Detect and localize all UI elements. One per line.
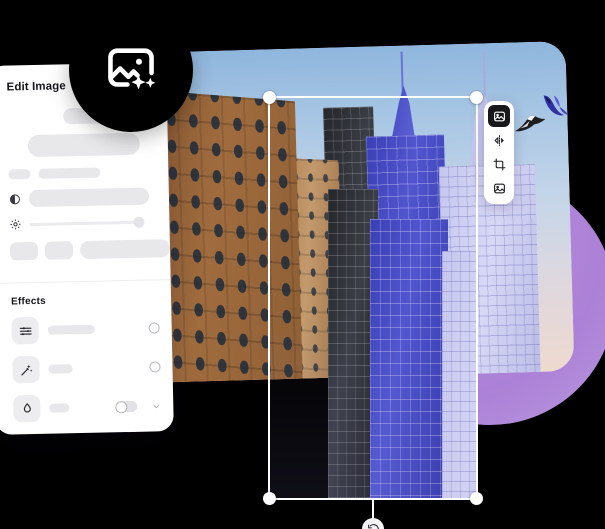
chevron-down-icon[interactable] xyxy=(151,401,161,411)
floating-toolbar[interactable] xyxy=(484,101,514,204)
effect-label-skeleton xyxy=(49,403,70,413)
skeleton-pill xyxy=(38,167,101,179)
tool-flip-mirror[interactable] xyxy=(488,129,510,151)
effect-row-droplet[interactable] xyxy=(0,392,174,423)
effect-row-adjustments[interactable] xyxy=(0,314,172,345)
toggle-knob[interactable] xyxy=(115,400,128,413)
effect-radio[interactable] xyxy=(148,322,160,334)
skeleton-chip-row xyxy=(9,239,171,261)
crop-handle-bottom-right[interactable] xyxy=(470,492,483,505)
effect-label-skeleton xyxy=(48,364,73,374)
panel-skeleton-body xyxy=(0,106,171,283)
settings-slider-row[interactable] xyxy=(9,215,169,230)
ai-image-badge[interactable] xyxy=(69,8,193,132)
skeleton-chip-wide xyxy=(80,239,171,260)
skeleton-chip xyxy=(45,241,74,260)
effect-toggle[interactable] xyxy=(115,400,138,413)
skeleton-row-labels xyxy=(8,166,168,180)
crop-building-pale xyxy=(442,251,476,498)
skeleton-pill xyxy=(8,169,31,180)
slider-knob[interactable] xyxy=(133,216,145,228)
adjustments-sliders-icon xyxy=(11,316,39,345)
rotate-reset-icon xyxy=(367,523,380,529)
crop-photo-extension xyxy=(270,98,476,498)
crop-building-blue xyxy=(370,219,448,498)
app-canvas: Edit Image Effects xyxy=(0,0,605,529)
rotate-reset-button[interactable] xyxy=(362,518,384,529)
crop-handle-top-right[interactable] xyxy=(470,91,483,104)
effect-radio[interactable] xyxy=(149,361,161,373)
droplet-blob-icon xyxy=(13,394,41,423)
crop-handle-top-left[interactable] xyxy=(263,91,276,104)
skeleton-input xyxy=(28,187,150,208)
tool-crop[interactable] xyxy=(488,153,510,175)
opacity-slider[interactable] xyxy=(29,216,145,228)
ai-image-sparkle-icon xyxy=(102,41,160,99)
contrast-icon xyxy=(9,193,21,205)
image-edit-icon xyxy=(493,110,506,123)
crop-handle-bottom-left[interactable] xyxy=(263,492,276,505)
magic-wand-icon xyxy=(12,355,40,384)
tool-image-replace[interactable] xyxy=(488,177,510,199)
rotate-handle-stem xyxy=(372,498,374,520)
effects-section-title: Effects xyxy=(10,295,46,308)
crop-preview xyxy=(270,98,476,498)
settings-gear-icon xyxy=(9,218,21,230)
crop-selection-frame[interactable] xyxy=(263,91,483,529)
skeleton-chip xyxy=(9,241,39,261)
effect-row-magic[interactable] xyxy=(0,353,173,384)
tool-image-edit[interactable] xyxy=(488,105,510,127)
effect-label-skeleton xyxy=(47,324,95,335)
skeleton-block-large xyxy=(27,132,141,158)
image-replace-icon xyxy=(493,182,506,195)
crop-icon xyxy=(493,158,506,171)
flip-mirror-icon xyxy=(493,134,506,147)
contrast-control-row[interactable] xyxy=(9,187,169,208)
